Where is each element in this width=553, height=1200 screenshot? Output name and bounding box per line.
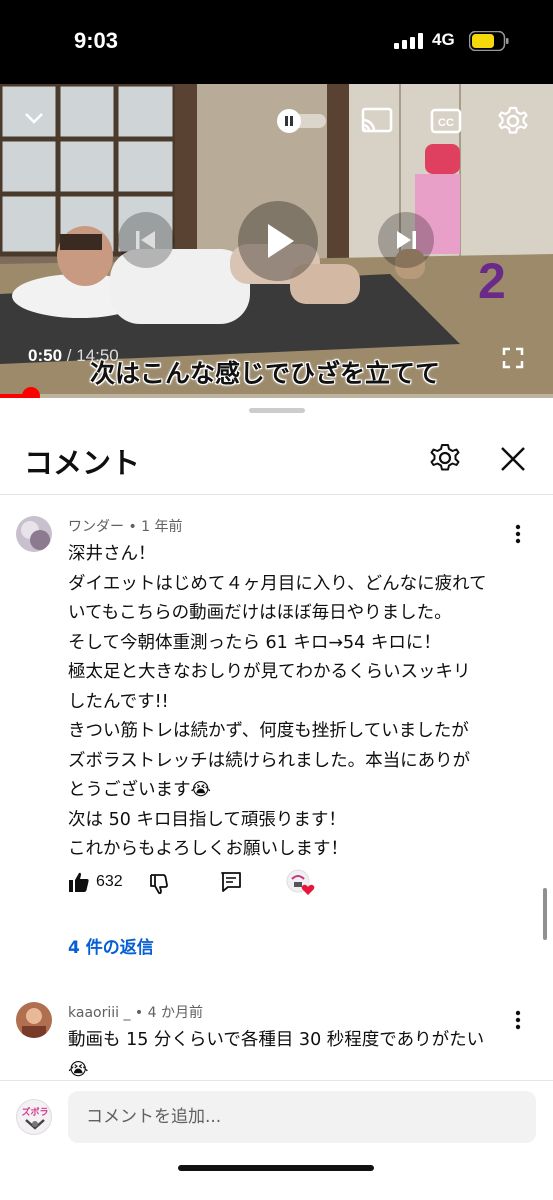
autoplay-toggle-icon[interactable] [276, 109, 328, 133]
comments-sheet: コメント ワンダー • 1 年前 深井さん！ ダイエットはじめて４ヶ月目に入り、… [0, 398, 553, 1200]
video-player[interactable]: CC 2 0:50 / 14:50 次はこんな感じでひざを立てて [0, 84, 553, 398]
settings-gear-icon[interactable] [497, 105, 529, 137]
view-replies-link[interactable]: 4 件の返信 [68, 933, 154, 958]
comments-title: コメント [24, 446, 141, 480]
video-caption: 次はこんな感じでひざを立てて [90, 359, 441, 388]
comment-text: 動画も 15 分くらいで各種目 30 秒程度でありがたい 😭 [68, 1030, 485, 1080]
header-divider [0, 494, 553, 495]
avatar[interactable] [16, 516, 52, 552]
chevron-down-icon[interactable] [22, 106, 46, 130]
user-avatar: ズボラ [16, 1099, 52, 1135]
reply-icon[interactable] [220, 871, 242, 893]
drag-handle[interactable] [249, 408, 305, 413]
scrollbar[interactable] [543, 888, 547, 940]
like-icon[interactable] [68, 871, 90, 893]
current-time: 0:50 [28, 346, 63, 365]
status-time: 9:03 [74, 28, 119, 53]
status-bar: 9:03 4G [0, 0, 553, 84]
avatar-image [16, 1002, 52, 1038]
closed-captions-icon[interactable]: CC [430, 108, 462, 134]
svg-text:CC: CC [438, 117, 454, 129]
comment-composer: ズボラ [0, 1080, 553, 1200]
play-icon[interactable] [238, 201, 318, 281]
comment-meta[interactable]: kaaoriii _ • 4 か月前 [68, 1002, 203, 1022]
network-type: 4G [432, 30, 455, 49]
fullscreen-icon[interactable] [502, 347, 524, 369]
comment-text: 深井さん！ ダイエットはじめて４ヶ月目に入り、どんなに疲れて いてもこちらの動画… [68, 544, 487, 859]
previous-icon[interactable] [118, 212, 174, 268]
signal-icon [394, 33, 423, 49]
home-indicator[interactable] [178, 1165, 374, 1171]
user-avatar-image: ズボラ [21, 1106, 49, 1130]
comment-actions: 632 [68, 869, 368, 899]
comment-meta[interactable]: ワンダー • 1 年前 [68, 516, 183, 536]
dislike-icon[interactable] [148, 873, 170, 895]
creator-heart-icon [286, 869, 315, 895]
like-count: 632 [96, 873, 123, 890]
battery-icon [469, 31, 509, 51]
cast-icon[interactable] [360, 106, 394, 136]
avatar[interactable] [16, 1002, 52, 1038]
avatar-image [16, 516, 52, 552]
close-icon[interactable] [498, 444, 528, 474]
next-icon[interactable] [378, 212, 434, 268]
avatar-label: ズボラ [21, 1106, 48, 1118]
overlay-number: 2 [478, 253, 506, 309]
add-comment-input[interactable] [68, 1091, 536, 1143]
comments-settings-icon[interactable] [429, 442, 461, 474]
